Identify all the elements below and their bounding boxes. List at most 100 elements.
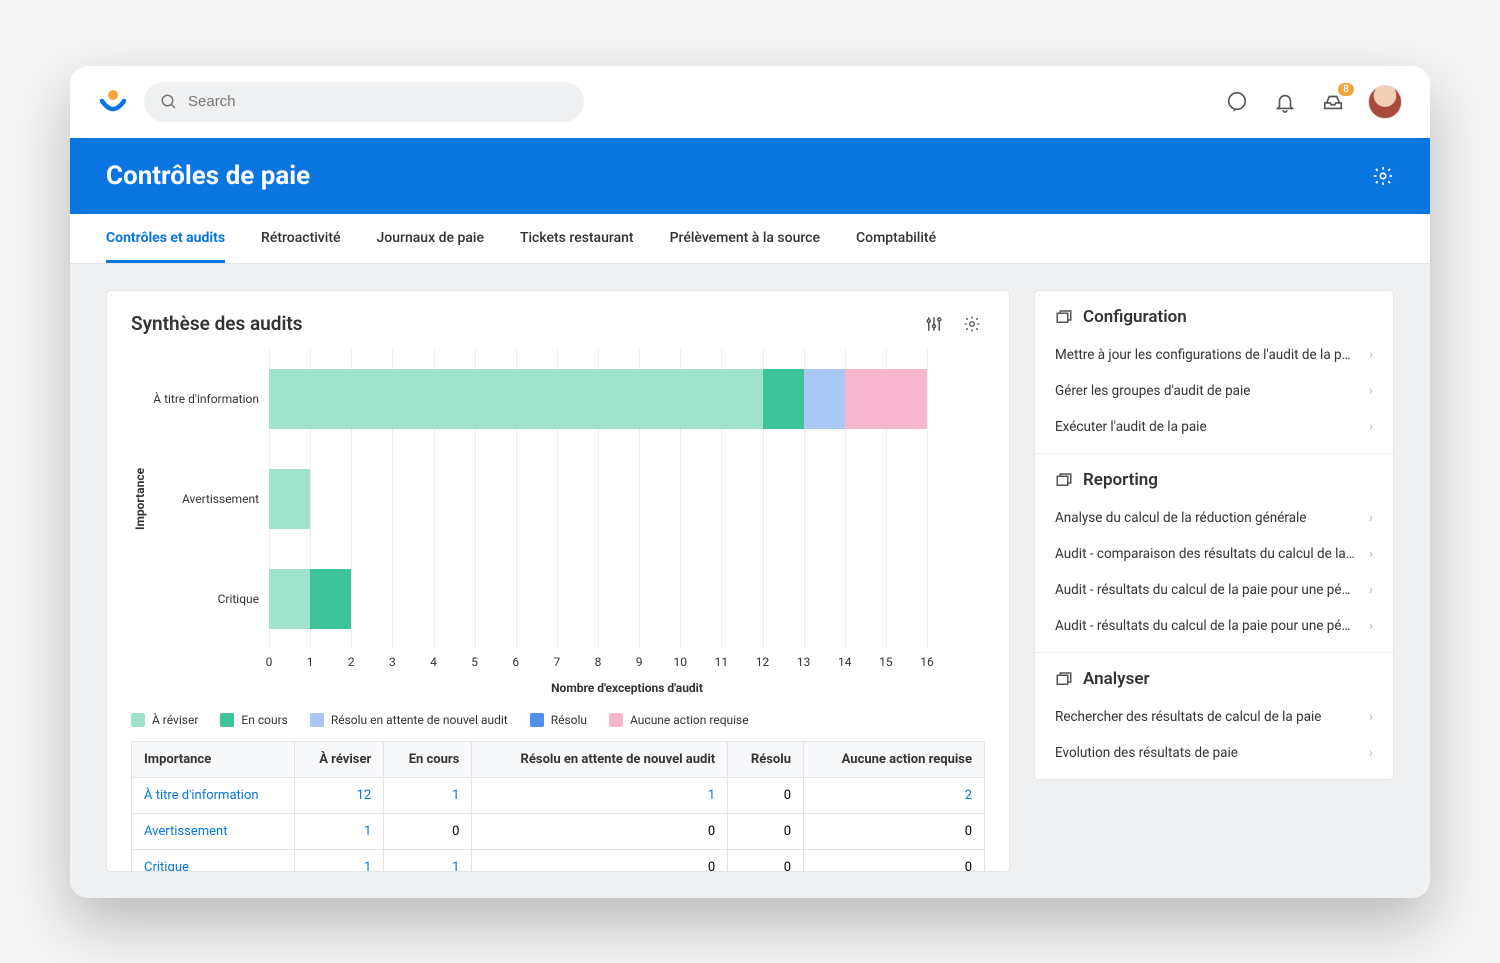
bar-segment[interactable] <box>269 569 310 629</box>
table-cell[interactable]: 1 <box>294 813 384 849</box>
sidebar-section-title: Reporting <box>1055 470 1373 490</box>
table-header-row: ImportanceÀ réviserEn coursRésolu en att… <box>132 741 985 777</box>
table-header-cell: Résolu <box>728 741 804 777</box>
row-label[interactable]: À titre d'information <box>132 777 295 813</box>
row-label[interactable]: Avertissement <box>132 813 295 849</box>
table-header-cell: Aucune action requise <box>804 741 985 777</box>
chart-y-categories: À titre d'informationAvertissementCritiq… <box>149 349 269 649</box>
table-header-cell: Importance <box>132 741 295 777</box>
table-cell[interactable]: 1 <box>384 777 472 813</box>
bar-segment[interactable] <box>269 469 310 529</box>
table-row: À titre d'information121102 <box>132 777 985 813</box>
sidebar-link[interactable]: Rechercher des résultats de calcul de la… <box>1055 699 1373 735</box>
page-titlebar: Contrôles de paie <box>70 138 1430 214</box>
table-cell: 0 <box>804 813 985 849</box>
card-title: Synthèse des audits <box>131 312 303 335</box>
chart-legend: À réviser En cours Résolu en attente de no… <box>131 713 985 727</box>
tab-5[interactable]: Comptabilité <box>856 214 936 263</box>
sidebar-link[interactable]: Exécuter l'audit de la paie› <box>1055 409 1373 445</box>
card-gear-icon[interactable] <box>959 311 985 337</box>
sidebar-link[interactable]: Gérer les groupes d'audit de paie› <box>1055 373 1373 409</box>
sidebar-link[interactable]: Evolution des résultats de paie› <box>1055 735 1373 771</box>
inbox-icon[interactable]: 8 <box>1320 89 1346 115</box>
table-cell[interactable]: 12 <box>294 777 384 813</box>
chart-x-axis: 012345678910111213141516 <box>269 655 985 671</box>
audit-table: ImportanceÀ réviserEn coursRésolu en att… <box>131 741 985 872</box>
topbar-actions: 8 <box>1224 85 1402 119</box>
bar-row <box>269 469 310 529</box>
bar-segment[interactable] <box>804 369 845 429</box>
chevron-right-icon: › <box>1369 709 1373 725</box>
legend-label: En cours <box>241 713 287 727</box>
audit-summary-card: Synthèse des audits Importance À titre d… <box>106 290 1010 872</box>
sidebar-section-title: Configuration <box>1055 307 1373 327</box>
content-area: Synthèse des audits Importance À titre d… <box>70 264 1430 898</box>
tab-3[interactable]: Tickets restaurant <box>520 214 634 263</box>
bar-segment[interactable] <box>845 369 927 429</box>
row-label[interactable]: Critique <box>132 849 295 872</box>
x-tick: 4 <box>430 655 437 669</box>
legend-item[interactable]: À réviser <box>131 713 198 727</box>
table-cell: 0 <box>728 813 804 849</box>
sidebar-link[interactable]: Analyse du calcul de la réduction généra… <box>1055 500 1373 536</box>
legend-item[interactable]: Résolu en attente de nouvel audit <box>310 713 508 727</box>
tab-2[interactable]: Journaux de paie <box>376 214 483 263</box>
chart: Importance À titre d'informationAvertiss… <box>131 349 985 695</box>
legend-label: Résolu en attente de nouvel audit <box>331 713 508 727</box>
bar-segment[interactable] <box>310 569 351 629</box>
sidebar-section: AnalyserRechercher des résultats de calc… <box>1035 652 1393 779</box>
table-cell[interactable]: 1 <box>384 849 472 872</box>
table-cell[interactable]: 1 <box>472 777 728 813</box>
page-title: Contrôles de paie <box>106 161 310 191</box>
workday-logo[interactable] <box>98 87 128 117</box>
legend-swatch <box>530 713 544 727</box>
cards-icon <box>1055 670 1073 688</box>
tab-4[interactable]: Prélèvement à la source <box>670 214 820 263</box>
chevron-right-icon: › <box>1369 618 1373 634</box>
bell-icon[interactable] <box>1272 89 1298 115</box>
table-cell: 0 <box>384 813 472 849</box>
chart-settings-icon[interactable] <box>921 311 947 337</box>
chart-y-axis-label: Importance <box>131 349 149 649</box>
sidebar-link[interactable]: Audit - comparaison des résultats du cal… <box>1055 536 1373 572</box>
legend-item[interactable]: Résolu <box>530 713 587 727</box>
sidebar-section: Reporting Analyse du calcul de la réducti… <box>1035 453 1393 652</box>
legend-item[interactable]: Aucune action requise <box>609 713 749 727</box>
chevron-right-icon: › <box>1369 419 1373 435</box>
table-cell[interactable]: 2 <box>804 777 985 813</box>
sidebar-link[interactable]: Audit - résultats du calcul de la paie p… <box>1055 608 1373 644</box>
sidebar-link[interactable]: Audit - résultats du calcul de la paie p… <box>1055 572 1373 608</box>
right-sidebar: Configuration Mettre à jour les configura… <box>1034 290 1394 780</box>
sidebar-link[interactable]: Mettre à jour les configurations de l'au… <box>1055 337 1373 373</box>
avatar[interactable] <box>1368 85 1402 119</box>
legend-item[interactable]: En cours <box>220 713 287 727</box>
bar-segment[interactable] <box>763 369 804 429</box>
search-input[interactable] <box>188 93 568 110</box>
table-header-cell: Résolu en attente de nouvel audit <box>472 741 728 777</box>
legend-swatch <box>220 713 234 727</box>
bar-segment[interactable] <box>269 369 763 429</box>
legend-label: À réviser <box>152 713 198 727</box>
table-cell[interactable]: 1 <box>294 849 384 872</box>
chat-icon[interactable] <box>1224 89 1250 115</box>
settings-gear-icon[interactable] <box>1372 165 1394 187</box>
search-icon <box>160 93 178 111</box>
chevron-right-icon: › <box>1369 347 1373 363</box>
x-tick: 7 <box>554 655 561 669</box>
x-tick: 15 <box>879 655 893 669</box>
chevron-right-icon: › <box>1369 383 1373 399</box>
search-box[interactable] <box>144 82 584 122</box>
x-tick: 5 <box>471 655 478 669</box>
tab-0[interactable]: Contrôles et audits <box>106 214 225 263</box>
bar-row <box>269 569 351 629</box>
x-tick: 6 <box>512 655 519 669</box>
x-tick: 9 <box>636 655 643 669</box>
topbar: 8 <box>70 66 1430 138</box>
tab-1[interactable]: Rétroactivité <box>261 214 340 263</box>
x-tick: 8 <box>595 655 602 669</box>
y-category: Critique <box>149 549 269 649</box>
app-window: 8 Contrôles de paie Contrôles et audits R… <box>70 66 1430 898</box>
bar-row <box>269 369 927 429</box>
x-tick: 0 <box>266 655 273 669</box>
table-header-cell: À réviser <box>294 741 384 777</box>
